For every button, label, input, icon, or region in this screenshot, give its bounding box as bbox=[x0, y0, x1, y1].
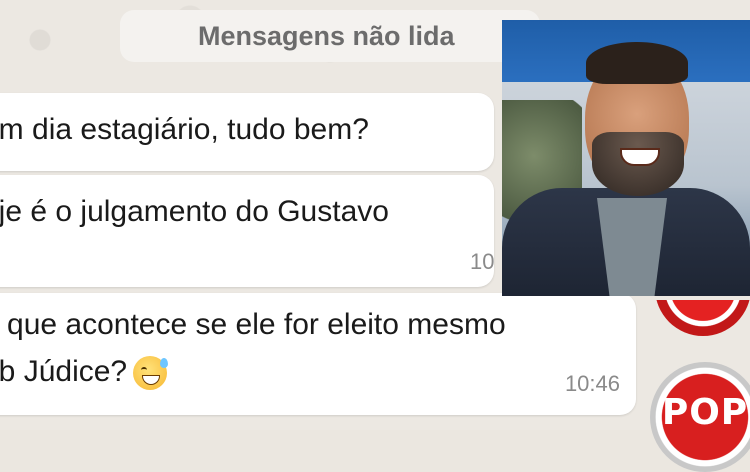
smile bbox=[620, 148, 660, 166]
message-text: oje é o julgamento do Gustavo bbox=[0, 195, 389, 228]
unread-label: Mensagens não lida bbox=[198, 20, 455, 51]
hair bbox=[586, 42, 688, 84]
message-timestamp: 10 bbox=[470, 249, 495, 274]
message-text-line: o que acontece se ele for eleito mesmo bbox=[0, 308, 506, 341]
message-bubble[interactable]: oje é o julgamento do Gustavo 10 bbox=[0, 175, 494, 287]
message-bubble[interactable]: o que acontece se ele for eleito mesmo u… bbox=[0, 293, 636, 415]
message-timestamp: 10:46 bbox=[564, 371, 620, 396]
pop-logo-icon: POP bbox=[650, 362, 750, 472]
unread-messages-divider: Mensagens não lida bbox=[120, 10, 540, 62]
pop-logo-text: POP bbox=[661, 392, 749, 433]
message-text: om dia estagiário, tudo bem? bbox=[0, 113, 369, 146]
pop-logo-partial-icon bbox=[655, 300, 750, 336]
message-bubble[interactable]: om dia estagiário, tudo bem? bbox=[0, 93, 494, 171]
message-text-line: ub Júdice? bbox=[0, 355, 169, 391]
man-with-beard-photo bbox=[502, 20, 750, 296]
message-text: ub Júdice? bbox=[0, 355, 128, 388]
sweat-smile-emoji-icon bbox=[133, 356, 169, 391]
